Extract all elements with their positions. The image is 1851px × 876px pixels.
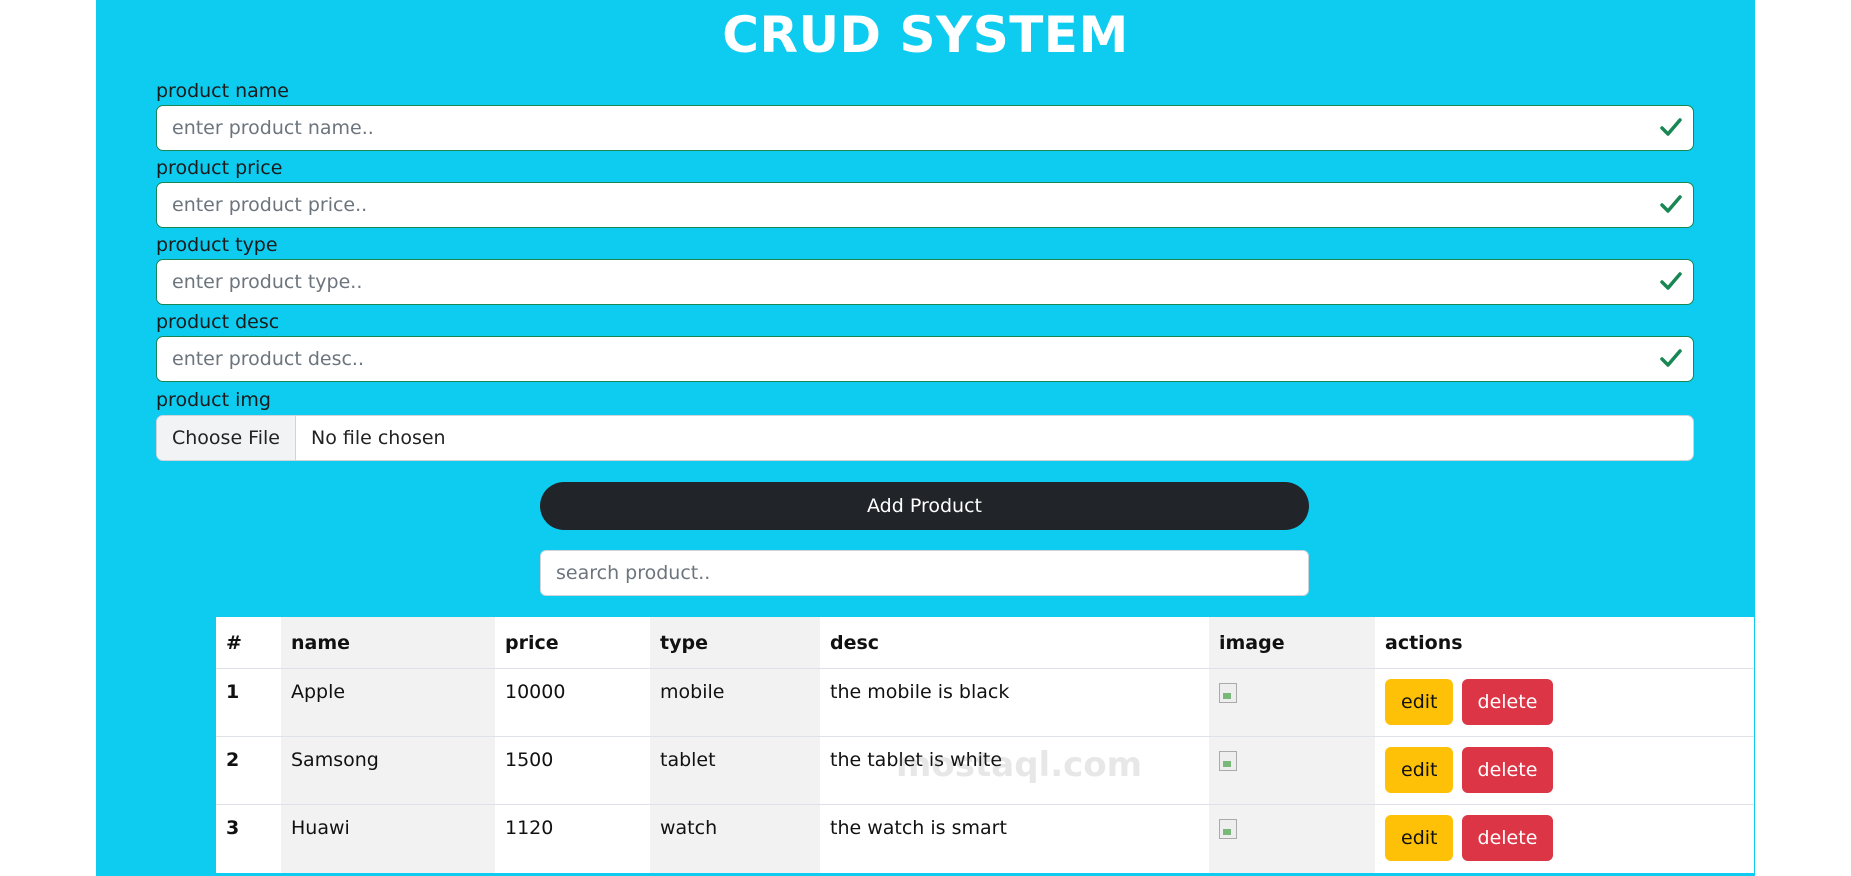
product-name-field[interactable] bbox=[156, 105, 1694, 151]
edit-button[interactable]: edit bbox=[1385, 747, 1454, 793]
row-desc: the mobile is black bbox=[820, 668, 1209, 737]
app-panel: CRUD SYSTEM product name product price p… bbox=[96, 0, 1755, 876]
check-icon bbox=[1660, 118, 1682, 136]
row-desc: the watch is smart bbox=[830, 817, 1007, 839]
row-index: 2 bbox=[216, 736, 281, 805]
row-type: tablet bbox=[650, 736, 820, 805]
col-header-desc: desc bbox=[820, 617, 1209, 669]
product-type-field[interactable] bbox=[156, 259, 1694, 305]
delete-button[interactable]: delete bbox=[1461, 679, 1554, 725]
products-table: # name price type desc image actions 1 A… bbox=[216, 617, 1754, 873]
row-name: Apple bbox=[281, 668, 495, 737]
product-desc-field[interactable] bbox=[156, 336, 1694, 382]
edit-button[interactable]: edit bbox=[1385, 815, 1454, 861]
row-index: 3 bbox=[226, 817, 240, 839]
add-product-button[interactable]: Add Product bbox=[540, 482, 1309, 530]
col-header-actions: actions bbox=[1375, 617, 1754, 669]
table-row: 3 Huawi 1120 watch the watch is smart ed… bbox=[216, 804, 1754, 873]
product-price-label: product price bbox=[156, 157, 283, 179]
check-icon bbox=[1660, 272, 1682, 290]
broken-image-icon bbox=[1219, 751, 1237, 771]
row-image bbox=[1209, 736, 1375, 805]
broken-image-icon bbox=[1219, 683, 1237, 703]
delete-button[interactable]: delete bbox=[1461, 815, 1554, 861]
check-icon bbox=[1660, 195, 1682, 213]
row-actions: edit delete bbox=[1375, 668, 1754, 737]
row-image bbox=[1209, 668, 1375, 737]
search-field[interactable] bbox=[540, 550, 1309, 596]
row-actions: edit delete bbox=[1375, 736, 1754, 805]
row-name: Samsong bbox=[281, 736, 495, 805]
row-image bbox=[1209, 804, 1375, 873]
row-price: 10000 bbox=[495, 668, 650, 737]
row-index: 1 bbox=[216, 668, 281, 737]
product-desc-input[interactable] bbox=[157, 337, 1632, 381]
row-price: 1500 bbox=[495, 736, 650, 805]
edit-button[interactable]: edit bbox=[1385, 679, 1454, 725]
table-row: 1 Apple 10000 mobile the mobile is black… bbox=[216, 668, 1754, 737]
page-title: CRUD SYSTEM bbox=[722, 6, 1129, 64]
row-type: watch bbox=[650, 804, 820, 873]
col-header-image: image bbox=[1209, 617, 1375, 669]
product-price-input[interactable] bbox=[157, 183, 1632, 227]
choose-file-button[interactable]: Choose File bbox=[157, 416, 296, 460]
row-type: mobile bbox=[650, 668, 820, 737]
product-type-label: product type bbox=[156, 234, 278, 256]
row-actions: edit delete bbox=[1375, 805, 1754, 873]
broken-image-icon bbox=[1219, 819, 1237, 839]
product-desc-label: product desc bbox=[156, 311, 280, 333]
table-header-row: # name price type desc image actions bbox=[216, 617, 1754, 669]
row-price: 1120 bbox=[505, 817, 554, 839]
col-header-type: type bbox=[650, 617, 820, 669]
table-row: 2 Samsong 1500 tablet the tablet is whit… bbox=[216, 736, 1754, 805]
row-name: Huawi bbox=[281, 804, 495, 873]
check-icon bbox=[1660, 349, 1682, 367]
file-status-text: No file chosen bbox=[310, 427, 446, 449]
col-header-price: price bbox=[495, 617, 650, 669]
col-header-name: name bbox=[281, 617, 495, 669]
product-type-input[interactable] bbox=[157, 260, 1632, 304]
col-header-index: # bbox=[216, 617, 281, 669]
product-price-field[interactable] bbox=[156, 182, 1694, 228]
product-img-label: product img bbox=[156, 389, 271, 411]
product-name-input[interactable] bbox=[157, 106, 1632, 150]
product-name-label: product name bbox=[156, 80, 289, 102]
product-img-file-input[interactable]: Choose File No file chosen bbox=[156, 415, 1694, 461]
search-input[interactable] bbox=[541, 551, 1296, 595]
row-desc: the tablet is white bbox=[820, 736, 1209, 805]
delete-button[interactable]: delete bbox=[1461, 747, 1554, 793]
